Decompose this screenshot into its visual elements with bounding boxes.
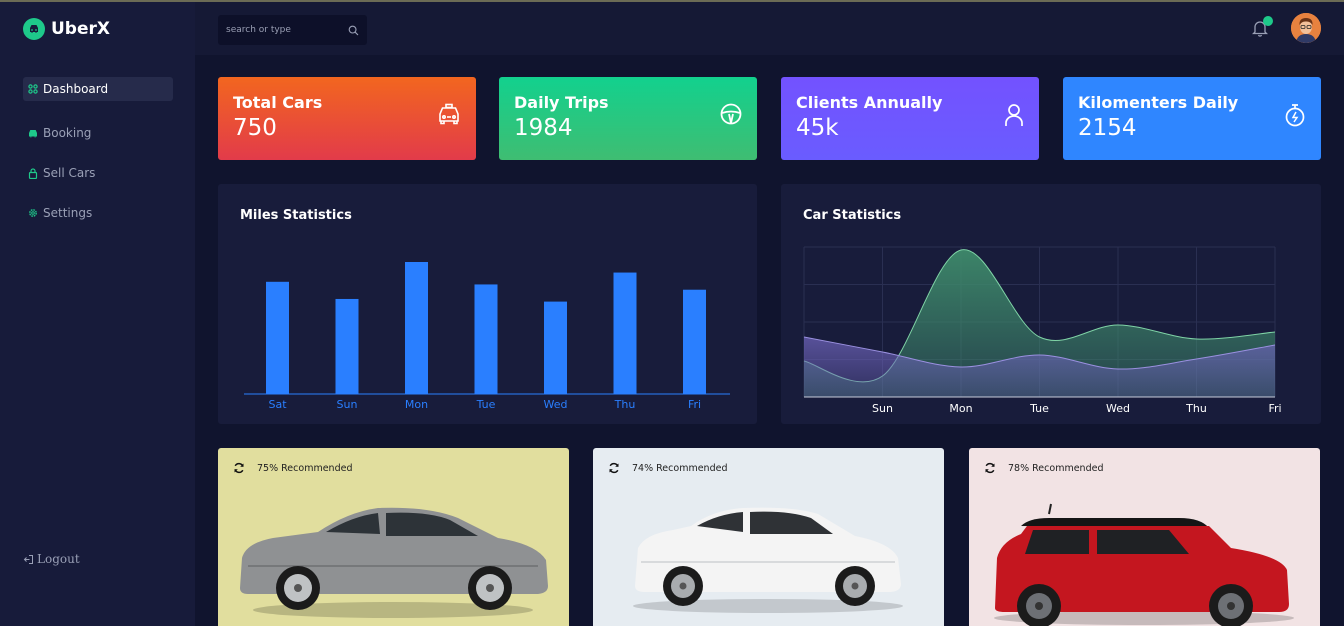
grid-icon [28, 84, 38, 94]
steering-wheel-icon [720, 103, 742, 125]
x-tick-label: Sat [268, 398, 287, 411]
stat-value: 45k [796, 115, 839, 141]
x-tick-label: Fri [1268, 402, 1281, 415]
x-tick-label: Mon [949, 402, 972, 415]
logout-button[interactable]: Logout [23, 552, 80, 566]
logout-label: Logout [37, 552, 80, 566]
compact-sedan-car-image [633, 507, 903, 613]
stat-card-daily-trips[interactable]: Daily Trips 1984 [499, 77, 757, 160]
app-name: UberX [51, 19, 110, 39]
bar-fri [683, 289, 706, 394]
stat-card-total-cars[interactable]: Total Cars 750 [218, 77, 476, 160]
car-card[interactable]: 74% Recommended [593, 448, 944, 626]
x-tick-label: Mon [405, 398, 428, 411]
sidebar-item-sell-cars[interactable]: Sell Cars [23, 161, 173, 185]
x-tick-label: Wed [1106, 402, 1130, 415]
lock-icon [28, 167, 38, 179]
x-tick-label: Sun [872, 402, 893, 415]
bar-wed [544, 301, 567, 394]
stat-title: Daily Trips [514, 93, 609, 112]
gear-icon [29, 209, 37, 217]
x-tick-label: Wed [544, 398, 568, 411]
sidebar-item-settings[interactable]: Settings [23, 201, 173, 225]
bar-mon [405, 262, 428, 394]
x-tick-label: Tue [476, 398, 496, 411]
search-box[interactable] [218, 15, 367, 45]
car-icon [23, 18, 45, 40]
logout-icon [23, 554, 33, 564]
sidebar-item-label: Settings [43, 206, 93, 220]
bar-sat [266, 281, 289, 394]
user-icon [1005, 104, 1023, 126]
taxi-icon [439, 103, 459, 125]
avatar[interactable] [1291, 13, 1321, 43]
stat-title: Clients Annually [796, 93, 943, 112]
miles-statistics-panel: Miles Statistics Sat Sun Mon Tue Wed Thu Fri [218, 184, 757, 424]
x-tick-label: Fri [688, 398, 701, 411]
sidebar-item-booking[interactable]: Booking [23, 121, 173, 145]
sidebar-item-dashboard[interactable]: Dashboard [23, 77, 173, 101]
stat-title: Total Cars [233, 93, 323, 112]
search-icon[interactable] [348, 25, 359, 36]
app-logo[interactable]: UberX [23, 18, 110, 40]
x-tick-label: Thu [1185, 402, 1207, 415]
stat-value: 2154 [1078, 115, 1137, 141]
bar-tue [474, 284, 498, 394]
car-card[interactable]: 78% Recommended [969, 448, 1320, 626]
sidebar: UberX Dashboard Booking Sell Cars Settin… [0, 2, 195, 626]
x-tick-label: Sun [337, 398, 358, 411]
stat-value: 750 [233, 115, 277, 141]
sedan-car-image [240, 507, 548, 618]
bar-thu [613, 272, 637, 394]
bar-sun [335, 298, 359, 394]
sidebar-item-label: Dashboard [43, 82, 109, 96]
miles-bar-chart: Sat Sun Mon Tue Wed Thu Fri [244, 262, 730, 411]
car-icon [29, 130, 37, 138]
top-bar [195, 2, 1344, 55]
x-tick-label: Tue [1029, 402, 1049, 415]
sidebar-item-label: Booking [43, 126, 92, 140]
car-card[interactable]: 75% Recommended [218, 448, 569, 626]
stat-value: 1984 [514, 115, 573, 141]
stat-card-clients-annually[interactable]: Clients Annually 45k [781, 77, 1039, 160]
hatchback-car-image [994, 503, 1294, 626]
sidebar-item-label: Sell Cars [43, 166, 96, 180]
stat-card-kilometers-daily[interactable]: Kilomenters Daily 2154 [1063, 77, 1321, 160]
notification-dot [1263, 16, 1273, 26]
stat-title: Kilomenters Daily [1078, 93, 1239, 112]
car-statistics-panel: Car Statistics Sun Mon Tue Wed Thu Fri [781, 184, 1321, 424]
stopwatch-icon [1285, 104, 1305, 127]
x-tick-label: Thu [614, 398, 636, 411]
search-input[interactable] [226, 25, 341, 35]
car-area-chart: Sun Mon Tue Wed Thu Fri [803, 246, 1282, 415]
